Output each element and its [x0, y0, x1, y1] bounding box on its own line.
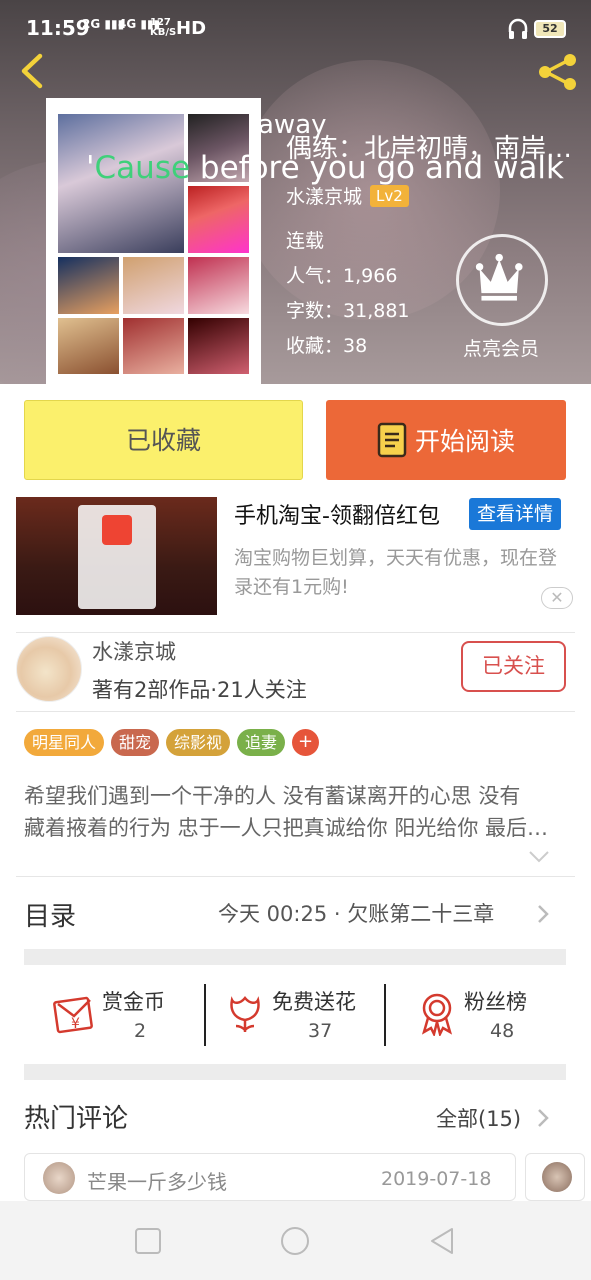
add-tag-button[interactable]: +	[292, 729, 320, 756]
catalog-label[interactable]: 目录	[24, 896, 76, 933]
ad-description[interactable]: 淘宝购物巨划算，天天有优惠，现在登录还有1元购!	[234, 544, 564, 602]
divider	[16, 632, 575, 633]
hd-indicator: HD	[176, 18, 207, 39]
medal-icon	[421, 993, 453, 1036]
book-header: 11:59 2G ▮▮▮ 4G ▮▮▮ 127 KB/S HD 52 偶练：北岸…	[0, 0, 591, 384]
overlay-text: away	[258, 110, 327, 140]
commenter-avatar[interactable]	[43, 1162, 75, 1194]
tag-item[interactable]: 明星同人	[24, 729, 105, 756]
book-favorites-count: 收藏：38	[286, 335, 368, 357]
comment-card[interactable]: 芒果一斤多少钱 2019-07-18	[24, 1153, 516, 1201]
book-description[interactable]: 希望我们遇到一个干净的人 没有蓄谋离开的心思 没有 藏着掖着的行为 忠于一人只把…	[24, 780, 568, 844]
author-name[interactable]: 水漾京城	[92, 636, 176, 666]
cover-photo	[123, 257, 184, 314]
section-separator	[24, 949, 566, 965]
vip-label[interactable]: 点亮会员	[463, 334, 539, 361]
all-comments-link[interactable]: 全部(15)	[436, 1103, 521, 1133]
commenter-avatar[interactable]	[542, 1162, 572, 1192]
author-stats: 著有2部作品·21人关注	[92, 678, 307, 702]
ad-image[interactable]	[16, 497, 217, 615]
battery-indicator: 52	[534, 20, 566, 38]
book-status: 连载	[286, 230, 325, 252]
divider	[16, 711, 575, 712]
red-packet-icon	[102, 515, 132, 545]
divider	[204, 984, 206, 1046]
hot-comments-title: 热门评论	[24, 1104, 129, 1134]
book-author[interactable]: 水漾京城	[286, 182, 362, 209]
home-icon[interactable]	[279, 1225, 311, 1257]
recent-apps-icon[interactable]	[132, 1225, 164, 1257]
cover-photo	[123, 317, 184, 374]
tag-item[interactable]: 甜宠	[111, 729, 160, 756]
network-speed: 127 KB/S	[150, 17, 177, 38]
chevron-down-icon[interactable]	[528, 850, 550, 864]
ad-details-button[interactable]: 查看详情	[469, 498, 561, 530]
chevron-right-icon[interactable]	[537, 904, 549, 924]
fan-ranking[interactable]: 粉丝榜 48	[414, 984, 554, 1048]
book-cover[interactable]	[46, 98, 261, 384]
book-icon	[377, 422, 407, 458]
svg-text:¥: ¥	[71, 1016, 80, 1032]
tag-list: 明星同人 甜宠 综影视 追妻 +	[24, 729, 320, 756]
book-author-row[interactable]: 水漾京城 Lv2	[286, 182, 409, 209]
system-nav-bar	[0, 1201, 591, 1280]
followed-button[interactable]: 已关注	[461, 641, 566, 692]
cover-photo	[188, 317, 249, 374]
favorited-button[interactable]: 已收藏	[24, 400, 303, 480]
comment-card[interactable]	[525, 1153, 585, 1201]
author-avatar[interactable]	[16, 636, 82, 702]
status-time: 11:59	[26, 16, 90, 40]
cover-photo	[188, 185, 249, 254]
comment-date: 2019-07-18	[381, 1168, 492, 1190]
ad-title[interactable]: 手机淘宝-领翻倍红包	[234, 498, 440, 530]
section-separator	[24, 1064, 566, 1080]
crown-icon	[475, 253, 523, 301]
author-level-badge: Lv2	[370, 184, 409, 207]
vip-crown-button[interactable]	[456, 234, 548, 326]
tag-item[interactable]: 追妻	[237, 729, 286, 756]
divider	[384, 984, 386, 1046]
book-popularity: 人气：1,966	[286, 265, 398, 287]
share-icon[interactable]	[536, 52, 580, 92]
flower-icon	[230, 996, 260, 1032]
red-envelope-icon: ¥	[53, 996, 93, 1034]
ad-close-button[interactable]: ✕	[541, 587, 573, 609]
back-arrow-icon[interactable]	[14, 50, 50, 92]
commenter-name[interactable]: 芒果一斤多少钱	[87, 1166, 227, 1195]
start-reading-button[interactable]: 开始阅读	[326, 400, 566, 480]
cover-photo	[58, 257, 119, 314]
chevron-right-icon[interactable]	[537, 1108, 549, 1128]
cover-photo	[188, 257, 249, 314]
book-detail-page: 11:59 2G ▮▮▮ 4G ▮▮▮ 127 KB/S HD 52 偶练：北岸…	[0, 0, 591, 1280]
overlay-text: 'Cause before you go and walk	[86, 150, 564, 186]
divider	[16, 876, 575, 877]
latest-chapter[interactable]: 今天 00:25 · 欠账第二十三章	[218, 898, 518, 928]
headset-icon	[508, 18, 528, 39]
tag-item[interactable]: 综影视	[166, 729, 231, 756]
back-icon[interactable]	[426, 1225, 458, 1257]
status-bar: 11:59 2G ▮▮▮ 4G ▮▮▮ 127 KB/S HD 52	[0, 0, 591, 58]
cover-photo	[58, 317, 119, 374]
reward-coins[interactable]: ¥ 赏金币 2	[52, 984, 192, 1048]
free-flowers[interactable]: 免费送花 37	[222, 984, 382, 1048]
book-word-count: 字数：31,881	[286, 300, 410, 322]
